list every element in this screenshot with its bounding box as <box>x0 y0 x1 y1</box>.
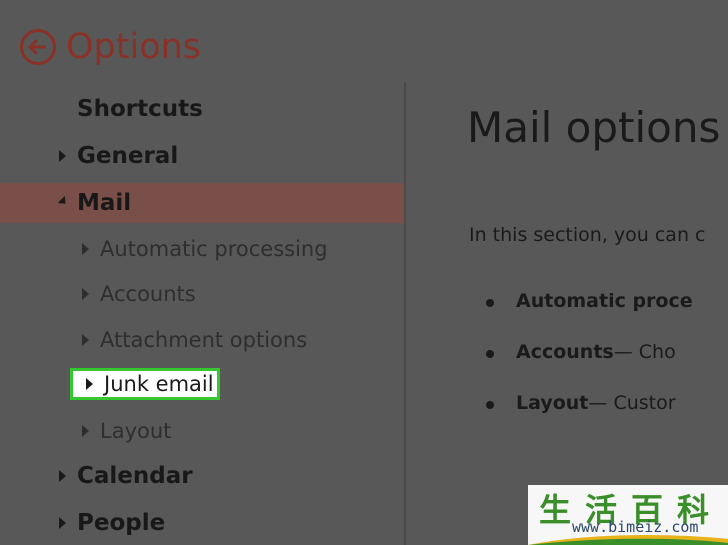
sidebar-item-label: Junk email <box>104 372 214 396</box>
watermark-swoosh-icon <box>528 535 728 545</box>
back-arrow-icon <box>20 29 56 65</box>
sidebar-item-layout[interactable]: Layout <box>0 411 404 451</box>
sidebar-item-accounts[interactable]: Accounts <box>0 274 404 314</box>
sidebar-item-label: General <box>77 143 179 169</box>
sidebar-item-label: Shortcuts <box>77 96 203 122</box>
sidebar-item-label: Layout <box>100 419 172 443</box>
sidebar-item-people[interactable]: People <box>0 503 404 543</box>
bullet-bold: Layout <box>516 392 589 414</box>
expand-arrow-icon <box>82 378 96 390</box>
sidebar-item-mail[interactable]: Mail <box>0 183 404 223</box>
bullet-dot <box>486 299 494 307</box>
sidebar-item-shortcuts[interactable]: Shortcuts <box>0 89 404 129</box>
expand-arrow-icon <box>78 425 92 437</box>
sidebar-item-junk-email[interactable]: Junk email <box>70 368 220 400</box>
sidebar-item-label: Attachment options <box>100 328 308 352</box>
sidebar-item-label: Automatic processing <box>100 237 328 261</box>
sidebar-item-label: People <box>77 510 166 536</box>
expand-arrow-icon <box>78 243 92 255</box>
page-title: Options <box>66 27 202 67</box>
bullet-bold: Automatic proce <box>516 290 693 312</box>
collapse-arrow-icon <box>55 195 70 208</box>
expand-arrow-icon <box>78 288 92 300</box>
content-pane: Mail options In this section, you can c … <box>466 0 728 545</box>
sidebar-item-label: Mail <box>77 190 132 216</box>
bullet-dot <box>486 401 494 409</box>
expand-arrow-icon <box>55 517 69 529</box>
sidebar-item-calendar[interactable]: Calendar <box>0 456 404 496</box>
intro-text: In this section, you can c <box>469 224 706 246</box>
content-title: Mail options <box>467 103 721 152</box>
bullet-rest: — Cho <box>613 341 676 363</box>
bullet-automatic-processing: Automatic proce <box>486 290 693 312</box>
pane-divider <box>404 82 406 545</box>
bullet-rest: — Custor <box>588 392 676 414</box>
bullet-bold: Accounts <box>516 341 614 363</box>
back-button[interactable] <box>18 27 58 67</box>
sidebar-item-attachment-options[interactable]: Attachment options <box>0 320 404 360</box>
sidebar: Shortcuts General Mail Automatic process… <box>0 85 404 545</box>
expand-arrow-icon <box>55 470 69 482</box>
bullet-accounts: Accounts — Cho <box>486 341 676 363</box>
bullet-dot <box>486 350 494 358</box>
sidebar-item-general[interactable]: General <box>0 136 404 176</box>
sidebar-item-label: Accounts <box>100 282 196 306</box>
expand-arrow-icon <box>55 150 69 162</box>
bullet-layout: Layout — Custor <box>486 392 676 414</box>
sidebar-item-automatic-processing[interactable]: Automatic processing <box>0 229 404 269</box>
header: Options <box>18 22 201 72</box>
expand-arrow-icon <box>78 334 92 346</box>
sidebar-item-label: Calendar <box>77 463 193 489</box>
watermark: 生 活 百 科 www.bimeiz.com <box>528 485 728 545</box>
